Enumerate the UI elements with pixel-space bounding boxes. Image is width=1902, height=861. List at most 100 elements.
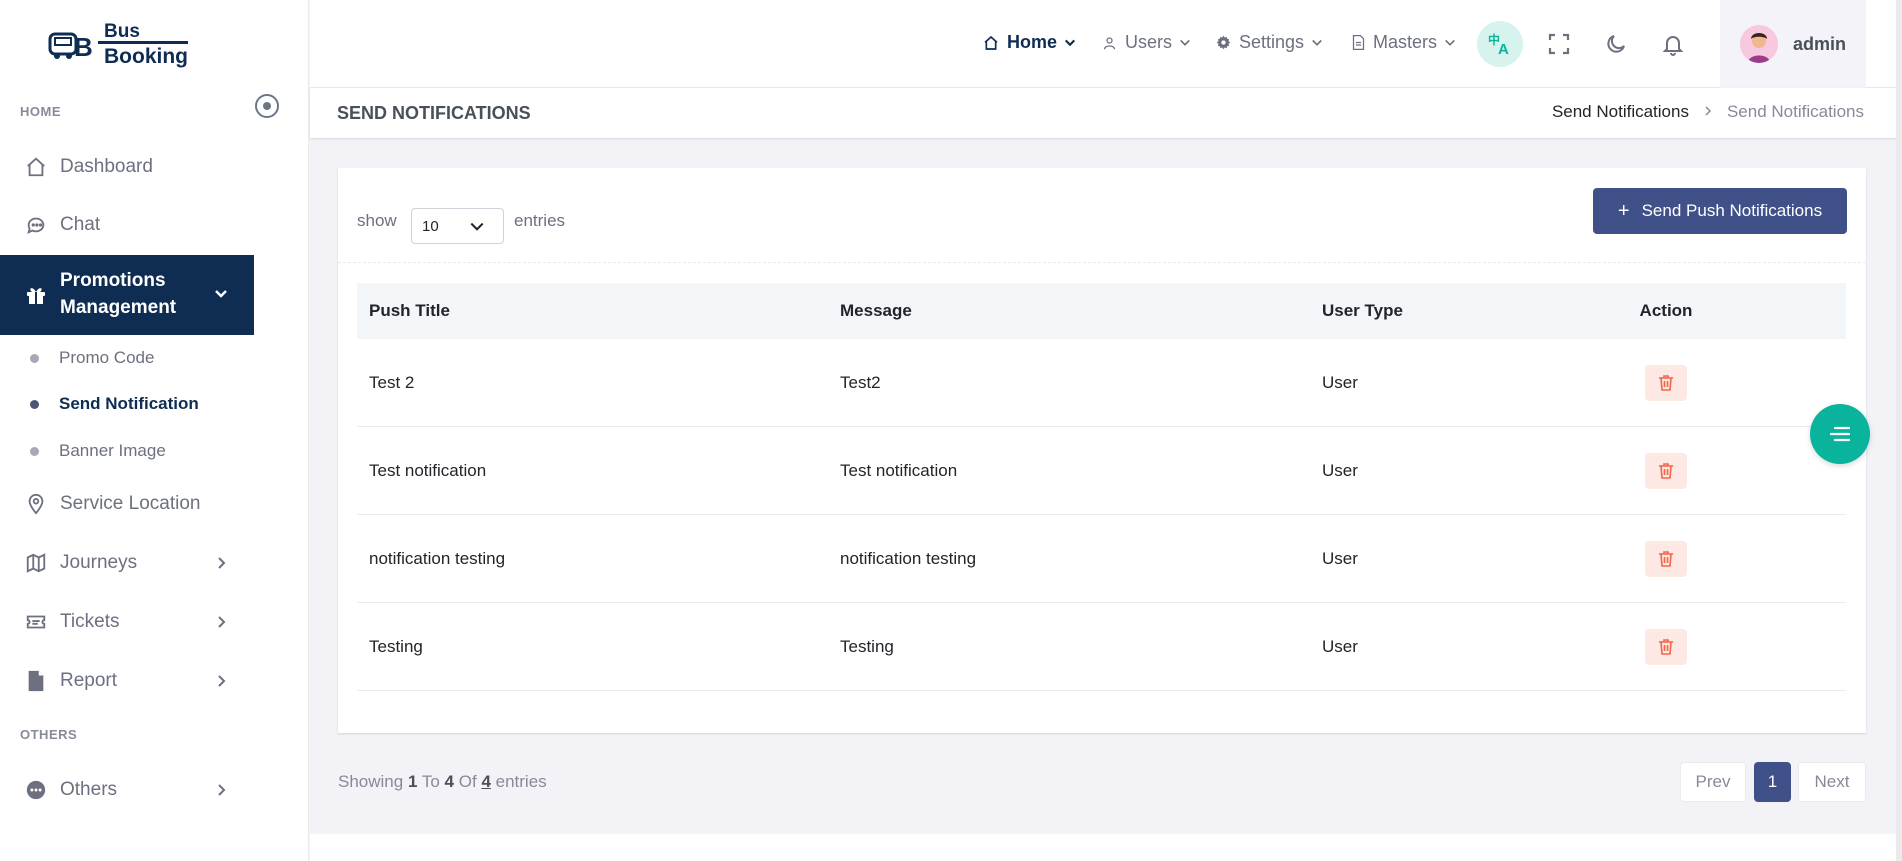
- topnav-users[interactable]: Users: [1102, 32, 1191, 53]
- sidebar-label-promo-code: Promo Code: [59, 348, 155, 367]
- sidebar-subitem-send-notification[interactable]: Send Notification: [30, 394, 199, 414]
- table-row: Test notification Test notification User: [357, 427, 1846, 515]
- fullscreen-icon[interactable]: [1539, 24, 1579, 64]
- avatar: [1740, 25, 1778, 63]
- cell-push-title: notification testing: [369, 548, 506, 568]
- topnav-home[interactable]: Home: [983, 32, 1076, 53]
- delete-button[interactable]: [1645, 452, 1687, 489]
- ticket-icon: [24, 610, 48, 634]
- dark-mode-icon[interactable]: [1596, 24, 1636, 64]
- sidebar-label-send-notification: Send Notification: [59, 394, 199, 413]
- column-header-push-title: Push Title: [369, 301, 450, 320]
- sidebar-label-service-location: Service Location: [60, 493, 201, 514]
- column-header-user-type: User Type: [1322, 301, 1403, 320]
- breadcrumb-separator-icon: [1703, 102, 1713, 122]
- pagination-summary: Showing 1 To 4 Of 4 entries: [338, 772, 547, 792]
- topnav-masters[interactable]: Masters: [1352, 32, 1456, 53]
- footer-band: [310, 834, 1902, 861]
- sidebar-label-dashboard: Dashboard: [60, 156, 153, 177]
- column-header-message: Message: [840, 301, 912, 320]
- cell-message: Test2: [840, 372, 881, 392]
- user-icon: [1102, 35, 1117, 51]
- user-menu[interactable]: admin: [1720, 0, 1866, 88]
- home-icon: [983, 35, 999, 51]
- send-push-notifications-button[interactable]: + Send Push Notifications: [1593, 188, 1847, 234]
- brand-line2: Booking: [98, 41, 188, 67]
- sidebar-label-tickets: Tickets: [60, 611, 120, 632]
- sidebar-label-banner-image: Banner Image: [59, 441, 166, 460]
- svg-text:B: B: [74, 32, 93, 62]
- customizer-fab[interactable]: [1810, 404, 1870, 464]
- entries-value: 10: [422, 217, 439, 235]
- cell-push-title: Test notification: [369, 460, 487, 480]
- page-1-button[interactable]: 1: [1754, 762, 1791, 802]
- topnav-settings[interactable]: Settings: [1216, 32, 1323, 53]
- sidebar-item-dashboard[interactable]: Dashboard: [0, 139, 254, 195]
- sidebar-item-tickets[interactable]: Tickets: [0, 594, 254, 650]
- bus-logo-icon: B: [48, 28, 100, 62]
- chevron-right-icon: [214, 672, 228, 694]
- chevron-down-icon: [1064, 37, 1076, 49]
- menu-title-home: HOME: [20, 104, 61, 119]
- sidebar-subitem-banner-image[interactable]: Banner Image: [30, 441, 166, 461]
- delete-button[interactable]: [1645, 364, 1687, 401]
- showing-prefix: Showing: [338, 772, 404, 791]
- brand-line1: Bus: [104, 21, 140, 42]
- breadcrumb-current: Send Notifications: [1726, 102, 1864, 121]
- menu-title-others: OTHERS: [20, 727, 78, 742]
- chevron-right-icon: [214, 781, 228, 803]
- table-row: Testing Testing User: [357, 603, 1846, 691]
- table-header: Push Title Message User Type Action: [357, 283, 1846, 339]
- sidebar-toggle-icon[interactable]: [255, 94, 279, 118]
- chevron-down-icon: [1444, 37, 1456, 49]
- showing-to-word: To: [421, 772, 440, 791]
- showing-to: 4: [444, 772, 455, 791]
- prev-page-button[interactable]: Prev: [1680, 762, 1746, 802]
- sidebar-item-journeys[interactable]: Journeys: [0, 535, 254, 591]
- trash-icon: [1659, 639, 1673, 655]
- entries-label: entries: [514, 211, 566, 230]
- next-page-button[interactable]: Next: [1798, 762, 1866, 802]
- translate-icon[interactable]: 中 A: [1477, 21, 1523, 67]
- sidebar-label-others: Others: [60, 779, 118, 800]
- gift-icon: [24, 283, 48, 307]
- cell-user-type: User: [1322, 372, 1358, 392]
- bullet-icon: [30, 446, 39, 456]
- sidebar-subitem-promo-code[interactable]: Promo Code: [30, 348, 154, 368]
- file-icon: [24, 669, 48, 693]
- entries-select[interactable]: 10: [411, 208, 504, 244]
- delete-button[interactable]: [1645, 540, 1687, 577]
- table-row: notification testing notification testin…: [357, 515, 1846, 603]
- sidebar-label-journeys: Journeys: [60, 552, 138, 573]
- sidebar-item-promotions[interactable]: Promotions Management: [0, 255, 254, 335]
- page-scrollbar[interactable]: [1896, 0, 1902, 861]
- showing-of-word: Of: [458, 772, 477, 791]
- bell-icon[interactable]: [1653, 24, 1693, 64]
- showing-suffix: entries: [495, 772, 547, 791]
- map-icon: [24, 551, 48, 575]
- delete-button[interactable]: [1645, 628, 1687, 665]
- sidebar-label-chat: Chat: [60, 214, 101, 235]
- sidebar-item-service-location[interactable]: Service Location: [0, 476, 254, 532]
- plus-icon: +: [1617, 199, 1630, 222]
- chevron-down-icon: [214, 285, 228, 307]
- cell-push-title: Test 2: [369, 372, 415, 392]
- breadcrumb: Send Notifications Send Notifications: [1552, 102, 1864, 122]
- sidebar-item-others[interactable]: Others: [0, 762, 254, 818]
- cell-message: Testing: [840, 636, 894, 656]
- topnav-masters-label: Masters: [1373, 32, 1438, 52]
- cell-message: Test notification: [840, 460, 958, 480]
- brand-logo[interactable]: B Bus Booking: [48, 22, 188, 67]
- sidebar-item-report[interactable]: Report: [0, 653, 254, 709]
- card-header: show 10 entries + Send Push Notification…: [338, 168, 1866, 263]
- home-icon: [24, 155, 48, 179]
- cell-message: notification testing: [840, 548, 977, 568]
- sidebar-item-chat[interactable]: Chat: [0, 197, 254, 253]
- breadcrumb-parent[interactable]: Send Notifications: [1552, 102, 1689, 122]
- notifications-table: Push Title Message User Type Action Test…: [357, 283, 1846, 691]
- document-icon: [1352, 35, 1365, 50]
- dots-icon: [24, 778, 48, 802]
- chevron-right-icon: [214, 613, 228, 635]
- sidebar-label-promotions: Promotions Management: [60, 270, 177, 318]
- notifications-card: show 10 entries + Send Push Notification…: [338, 168, 1866, 733]
